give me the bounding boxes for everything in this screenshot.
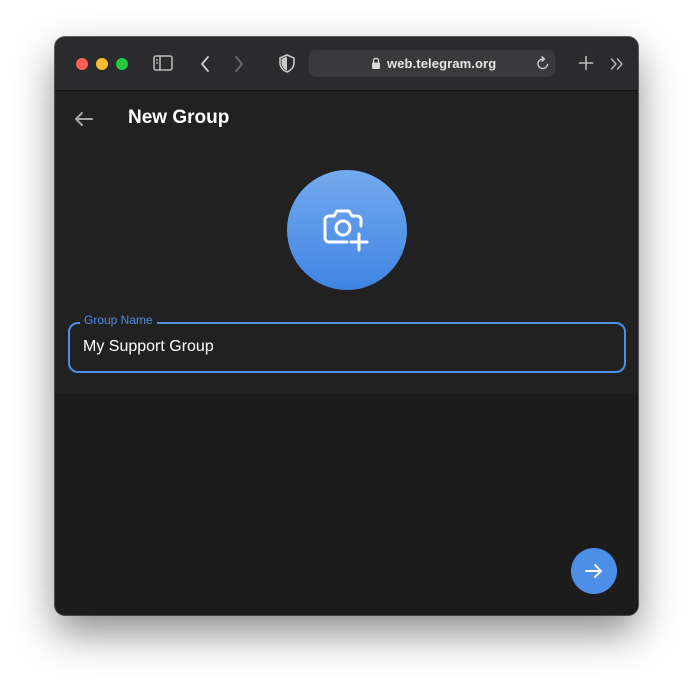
maximize-window-button[interactable] (116, 58, 128, 70)
back-chevron-icon[interactable] (199, 55, 211, 78)
forward-chevron-icon[interactable] (233, 55, 245, 78)
sidebar-toggle-icon[interactable] (153, 55, 173, 76)
group-name-label: Group Name (80, 313, 157, 327)
group-name-field[interactable]: Group Name My Support Group (68, 313, 626, 373)
browser-window: web.telegram.org New Group Group Name My… (55, 37, 638, 615)
url-text: web.telegram.org (387, 56, 497, 71)
lock-icon (371, 57, 381, 75)
new-tab-plus-icon[interactable] (578, 55, 594, 76)
group-name-input[interactable]: My Support Group (83, 338, 214, 356)
telegram-app: New Group Group Name My Support Group (55, 91, 638, 615)
more-chevron-icon[interactable] (610, 57, 624, 76)
group-photo-upload[interactable] (287, 170, 407, 290)
page-title: New Group (128, 107, 230, 128)
close-window-button[interactable] (76, 58, 88, 70)
browser-toolbar: web.telegram.org (55, 37, 638, 91)
reload-icon[interactable] (536, 56, 550, 76)
privacy-shield-icon[interactable] (279, 54, 295, 78)
next-button[interactable] (571, 548, 617, 594)
back-button[interactable] (69, 104, 99, 134)
arrow-left-icon (69, 112, 99, 138)
address-bar[interactable]: web.telegram.org (309, 50, 555, 77)
minimize-window-button[interactable] (96, 58, 108, 70)
new-group-panel: New Group Group Name My Support Group (55, 91, 638, 393)
